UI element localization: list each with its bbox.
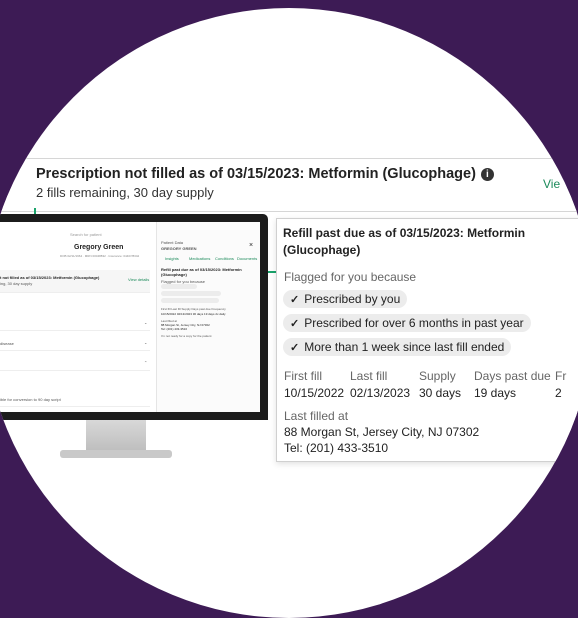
screen-panel-title: Refill past due as of 03/15/2023: Metfor… [161, 267, 242, 277]
reason-chip: ✓ More than 1 week since last fill ended [283, 338, 512, 356]
chevron-down-icon: ⌄ [144, 320, 148, 325]
pharmacy-address: 88 Morgan St, Jersey City, NJ 07302 [284, 425, 480, 439]
screen-chip [161, 298, 219, 303]
stat-value-frequency: 2 [555, 386, 562, 400]
screen-chip [161, 284, 197, 289]
stat-value-days-past-due: 19 days [474, 386, 517, 400]
stat-label-frequency: Fr [555, 369, 567, 383]
check-icon: ✓ [290, 318, 300, 330]
screen-alert-text: t not filled as of 03/15/2023: Metformin… [0, 275, 100, 280]
screen-view-link[interactable]: View details [128, 277, 149, 282]
check-icon: ✓ [290, 342, 300, 354]
reason-chip: ✓ Prescribed for over 6 months in past ye… [283, 314, 531, 332]
screen-row[interactable]: ⌃ [0, 358, 150, 371]
card-title: Refill past due as of 03/15/2023: Metfor… [283, 226, 526, 257]
screen-search-input[interactable]: Search for patient [70, 232, 102, 237]
screen-row-disease-text: disease [0, 341, 14, 346]
alert-title-text: Prescription not filled as of 03/15/2023… [36, 166, 476, 182]
alert-title: Prescription not filled as of 03/15/2023… [36, 166, 494, 182]
check-icon: ✓ [290, 294, 300, 306]
reason-chip-text: More than 1 week since last fill ended [304, 340, 505, 354]
screen-patient-meta: DOB 02/11/1964 · MRN 00048832 · Insuranc… [60, 254, 140, 258]
monitor-base [60, 450, 172, 458]
stat-label-first-fill: First fill [284, 369, 322, 383]
screen-panel-stat-vals: 10/15/2022 02/13/2023 30 days 19 days 2x… [161, 312, 226, 316]
stat-label-last-fill: Last fill [350, 369, 388, 383]
monitor-stand [86, 420, 146, 452]
stat-value-supply: 30 days [419, 386, 462, 400]
flag-label: Flagged for you because [284, 270, 417, 284]
reason-chip-text: Prescribed by you [304, 292, 401, 306]
screen-panel-patient: GREGORY GREEN [161, 246, 197, 251]
screen-row[interactable]: ⌄ [0, 318, 150, 331]
reason-chip-text: Prescribed for over 6 months in past yea… [304, 316, 524, 330]
screen-tab-medications[interactable]: Medications [189, 256, 210, 261]
stat-label-days-past-due: Days past due [474, 369, 551, 383]
stat-value-first-fill: 10/15/2022 [284, 386, 345, 400]
location-label: Last filled at [284, 409, 349, 423]
screen-chip [161, 291, 221, 296]
screen-panel-stats: First fill Last fill Supply Days past du… [161, 307, 226, 311]
screen-panel-tel: Tel: (201) 433-3510 [161, 327, 188, 331]
close-icon[interactable]: × [249, 242, 253, 249]
reason-chip: ✓ Prescribed by you [283, 290, 408, 308]
screen-row-bottom[interactable]: ible for conversion to 90 day script [0, 394, 150, 407]
stat-value-last-fill: 02/13/2023 [350, 386, 411, 400]
content-circle: Prescription not filled as of 03/15/2023… [0, 8, 578, 618]
screen-tab-documents[interactable]: Documents [237, 256, 257, 261]
chevron-down-icon: ⌄ [144, 340, 148, 345]
screen-tab-conditions[interactable]: Conditions [215, 256, 234, 261]
pharmacy-phone: Tel: (201) 433-3510 [284, 441, 389, 455]
alert-subtitle: 2 fills remaining, 30 day supply [36, 185, 214, 200]
screen-tab-insights[interactable]: Insights [165, 256, 179, 261]
screen-panel-header: Patient Data [161, 240, 184, 245]
stat-label-supply: Supply [419, 369, 456, 383]
screen-alert-sub: ing, 30 day supply [0, 281, 33, 286]
screen-row-bottom-text: ible for conversion to 90 day script [0, 397, 61, 402]
screen-alert-row[interactable]: t not filled as of 03/15/2023: Metformin… [0, 270, 150, 293]
info-icon[interactable]: i [480, 168, 494, 181]
chevron-up-icon: ⌃ [144, 360, 148, 365]
view-details-link[interactable]: Vie [543, 177, 560, 191]
screen-side-panel: Patient Data GREGORY GREEN × Insights Me… [156, 222, 260, 412]
screen-row-disease[interactable]: disease ⌄ [0, 338, 150, 351]
screen-patient-name: Gregory Green [74, 244, 124, 251]
screen-panel-note[interactable]: I'm not ready for a copy for the patient [161, 334, 211, 338]
monitor-screen: Search for patient ⚙ ✉ 👤 Gregory Green D… [0, 222, 260, 412]
